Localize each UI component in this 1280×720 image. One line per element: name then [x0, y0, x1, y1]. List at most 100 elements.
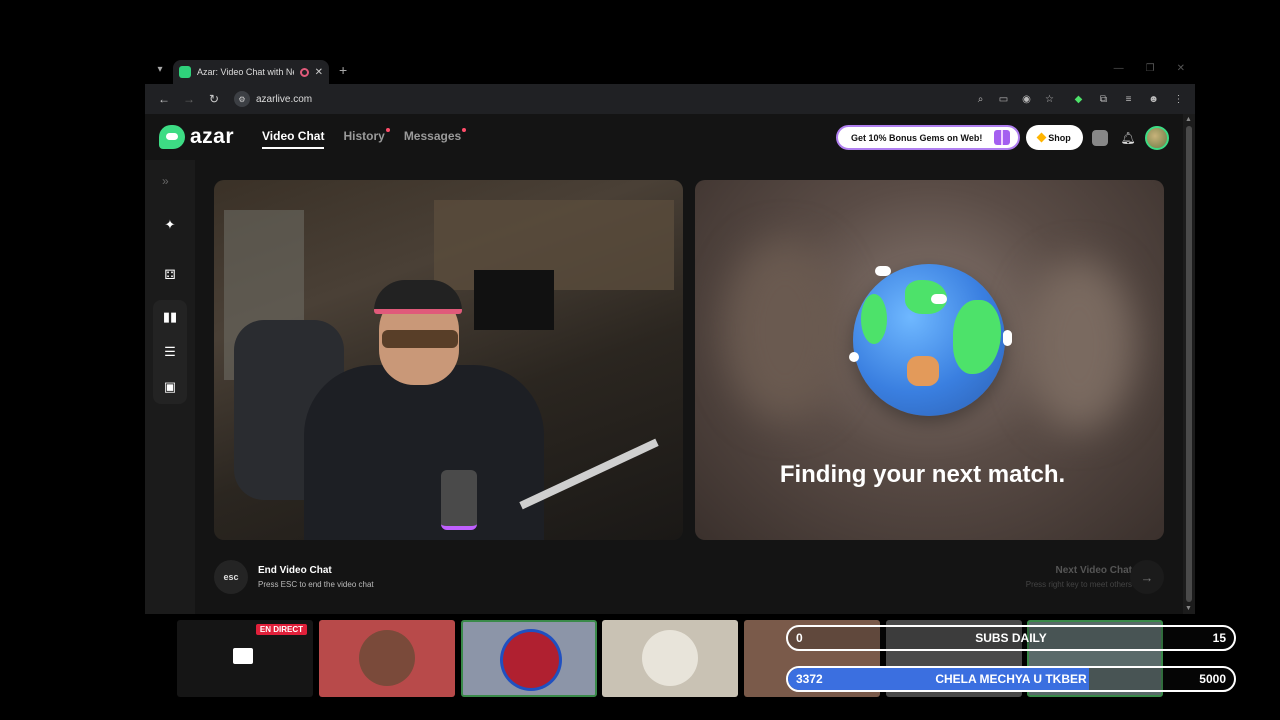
azar-favicon-icon [179, 66, 191, 78]
tab-azar[interactable]: Azar: Video Chat with New ✕ [173, 60, 329, 84]
scrollbar[interactable]: ▲ ▼ [1183, 114, 1195, 614]
expand-sidebar-icon[interactable]: » [162, 174, 169, 188]
maximize-icon[interactable]: ❐ [1146, 63, 1155, 74]
profile-icon[interactable]: ☻ [1147, 93, 1160, 106]
goal-label: CHELA MECHYA U TKBER [935, 672, 1087, 686]
close-window-icon[interactable]: ✕ [1177, 63, 1185, 74]
subs-label: SUBS DAILY [975, 631, 1047, 645]
stream-thumbnail [602, 620, 738, 697]
notification-dot [385, 128, 390, 132]
blurred-background [1024, 260, 1134, 430]
subs-target: 15 [1212, 631, 1226, 645]
address-bar[interactable]: ⚙ azarlive.com [230, 88, 974, 110]
app-header: azar Video Chat History Messages Get 10%… [145, 114, 1183, 160]
extension-leaf-icon[interactable]: ◆ [1072, 93, 1085, 106]
promo-label: Get 10% Bonus Gems on Web! [851, 132, 983, 143]
stream-thumbnail [461, 620, 597, 697]
person-cap [374, 280, 462, 314]
layout-switcher: ▮▮ ☰ ▣ [153, 300, 187, 404]
nav-history-label: History [343, 129, 385, 143]
scroll-up-icon[interactable]: ▲ [1185, 116, 1192, 123]
close-tab-icon[interactable]: ✕ [315, 67, 323, 78]
omnibox-actions: ⌕ ▭ ◉ ☆ [974, 93, 1056, 106]
star-icon[interactable]: ☆ [1043, 93, 1056, 106]
browser-toolbar: ← → ↻ ⚙ azarlive.com ⌕ ▭ ◉ ☆ ◆ ⧉ ≡ ☻ ⋮ [145, 84, 1195, 114]
new-tab-button[interactable]: + [339, 62, 347, 78]
eye-slash-icon[interactable]: ◉ [1020, 93, 1033, 106]
remote-video-placeholder: Finding your next match. [695, 180, 1164, 540]
background-shelf [434, 200, 674, 290]
end-chat-hint: Press ESC to end the video chat [258, 580, 374, 589]
zoom-icon[interactable]: ⌕ [974, 93, 987, 106]
profile-picture [642, 630, 698, 686]
sidebar: » ✦ ⚃ ▮▮ ☰ ▣ [145, 160, 195, 614]
reload-icon[interactable]: ↻ [205, 90, 223, 108]
gift-icon [994, 130, 1010, 145]
main-nav: Video Chat History Messages [262, 128, 467, 149]
goal-progress-bar: 3372 CHELA MECHYA U TKBER 5000 [786, 666, 1236, 692]
url-text[interactable]: azarlive.com [256, 94, 312, 105]
scroll-thumb[interactable] [1186, 126, 1192, 602]
background-monitor [474, 270, 554, 330]
profile-picture [359, 630, 415, 686]
monitor-icon [233, 648, 253, 664]
local-video [214, 180, 683, 540]
media-controls-icon[interactable]: ≡ [1122, 93, 1135, 106]
arrow-right-icon: → [1140, 569, 1154, 585]
globe-land [861, 294, 887, 344]
magic-wand-icon[interactable]: ✦ [159, 214, 181, 236]
scroll-down-icon[interactable]: ▼ [1185, 605, 1192, 612]
globe-cloud [931, 294, 947, 304]
bonus-gems-button[interactable]: Get 10% Bonus Gems on Web! [836, 125, 1020, 150]
layout-pip-icon[interactable]: ▣ [159, 376, 181, 398]
layout-side-by-side-icon[interactable]: ▮▮ [159, 306, 181, 328]
next-chat-hint: Press right key to meet others [1025, 580, 1132, 589]
recording-icon [299, 67, 309, 77]
globe-cloud [849, 352, 859, 362]
azar-logo-icon [159, 125, 185, 149]
dice-icon[interactable]: ⚃ [159, 264, 181, 286]
shop-button[interactable]: Shop [1026, 125, 1083, 150]
logo-text: azar [190, 125, 235, 148]
profile-picture [503, 632, 559, 688]
goal-target: 5000 [1199, 672, 1226, 686]
bell-icon[interactable]: 🔔︎ [1120, 130, 1136, 146]
extension-icons: ◆ ⧉ ≡ ☻ ⋮ [1072, 93, 1185, 106]
finding-match-text: Finding your next match. [779, 461, 1066, 488]
minimize-icon[interactable]: — [1114, 63, 1124, 74]
gem-icon [1036, 132, 1047, 143]
live-badge: EN DIRECT [255, 624, 307, 635]
page-viewport: azar Video Chat History Messages Get 10%… [145, 114, 1195, 614]
azar-logo[interactable]: azar [159, 125, 234, 149]
notification-dot [462, 128, 467, 132]
nav-messages-label: Messages [403, 129, 462, 143]
blurred-background [725, 240, 845, 420]
end-chat-title: End Video Chat [258, 565, 332, 576]
layout-stacked-icon[interactable]: ☰ [159, 341, 181, 363]
store-icon[interactable] [1092, 130, 1108, 146]
globe-cloud [1003, 330, 1012, 346]
menu-dots-icon[interactable]: ⋮ [1172, 93, 1185, 106]
person-hoodie [304, 365, 544, 540]
back-icon[interactable]: ← [155, 90, 173, 108]
tab-strip: ▾ Azar: Video Chat with New ✕ + — ❐ ✕ [145, 60, 1195, 84]
stream-thumbnail: EN DIRECT [177, 620, 313, 697]
end-chat-button[interactable]: esc [214, 560, 248, 594]
nav-messages[interactable]: Messages [403, 128, 467, 149]
site-info-icon[interactable]: ⚙ [234, 91, 250, 107]
subs-daily-counter: 0 SUBS DAILY 15 [786, 625, 1236, 651]
nav-history[interactable]: History [343, 128, 390, 149]
globe-land [953, 300, 1001, 374]
next-chat-button[interactable]: → [1130, 560, 1164, 594]
chevron-down-icon[interactable]: ▾ [153, 64, 167, 78]
shop-label: Shop [1048, 132, 1071, 143]
next-chat-title: Next Video Chat [1055, 565, 1133, 576]
forward-icon[interactable]: → [180, 90, 198, 108]
stream-thumbnail [319, 620, 455, 697]
cast-icon[interactable]: ▭ [997, 93, 1010, 106]
puzzle-icon[interactable]: ⧉ [1097, 93, 1110, 106]
globe-land [907, 356, 939, 386]
globe-icon [849, 264, 1012, 416]
avatar[interactable] [1145, 126, 1169, 150]
nav-video-chat[interactable]: Video Chat [262, 129, 325, 149]
